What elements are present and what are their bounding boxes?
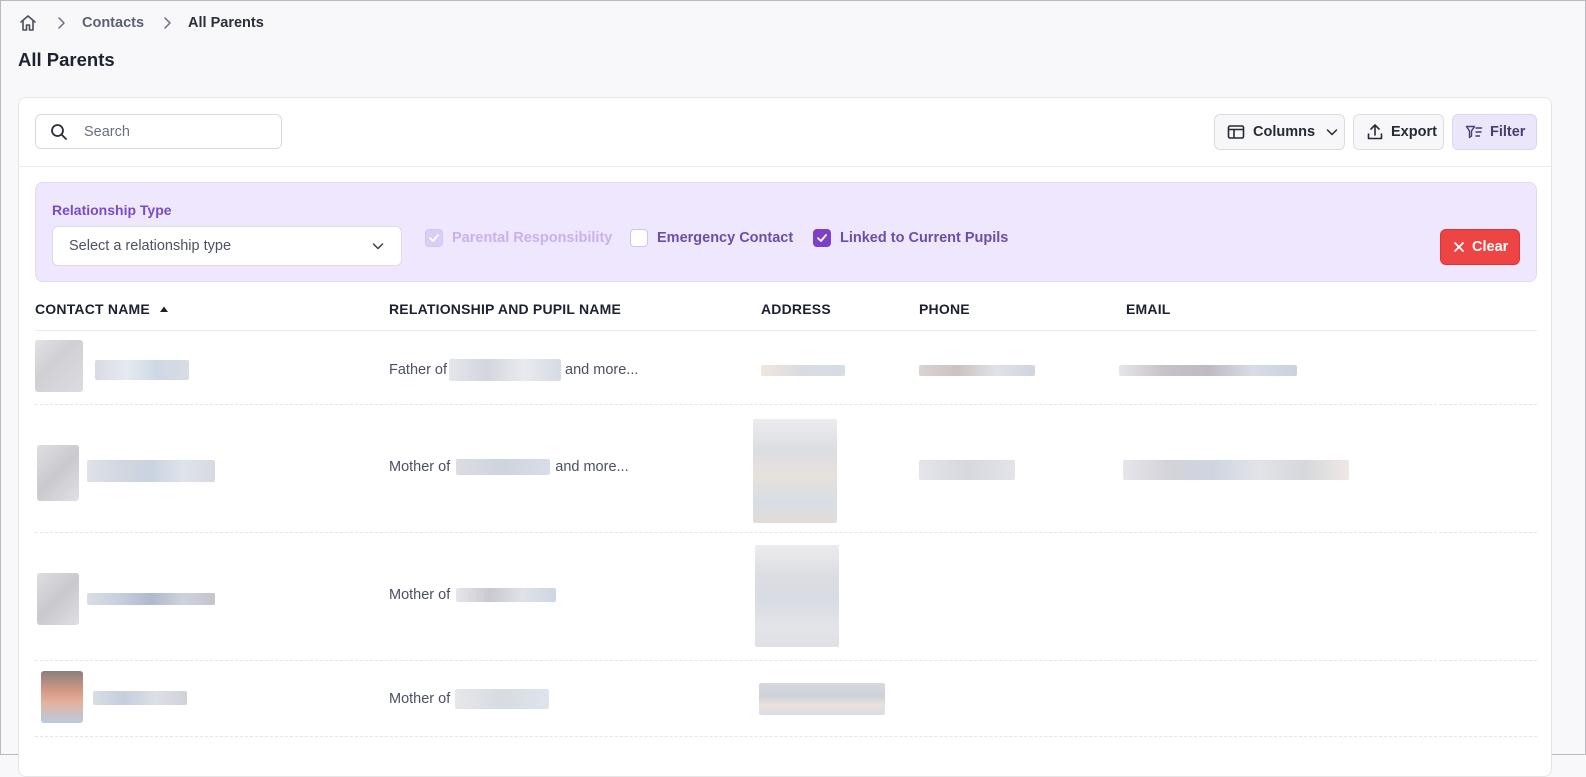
export-button[interactable]: Export <box>1353 114 1444 150</box>
checkbox-checked-icon <box>813 229 831 247</box>
filter-icon <box>1465 123 1483 141</box>
relationship-cell: Mother of <box>389 689 550 709</box>
phone-redacted <box>919 460 1015 485</box>
linked-to-current-pupils-label: Linked to Current Pupils <box>840 230 1009 246</box>
relationship-text: Mother of <box>389 459 451 475</box>
email-redacted[interactable] <box>1119 363 1297 381</box>
breadcrumb-current: All Parents <box>188 15 264 31</box>
breadcrumb-contacts-link[interactable]: Contacts <box>82 15 144 31</box>
relationship-text: Mother of <box>389 587 451 603</box>
column-header-label: RELATIONSHIP AND PUPIL NAME <box>389 301 622 317</box>
page-title: All Parents <box>18 49 115 70</box>
table-toolbar: Columns Export Filter <box>19 98 1551 167</box>
contact-name-redacted[interactable] <box>87 592 215 610</box>
column-header-contact-name[interactable]: CONTACT NAME <box>35 301 169 317</box>
checkbox-empty-icon <box>630 229 648 247</box>
emergency-contact-checkbox[interactable]: Emergency Contact <box>630 229 793 247</box>
export-button-label: Export <box>1391 124 1437 140</box>
address-redacted <box>759 683 885 720</box>
chevron-down-icon <box>371 239 385 253</box>
avatar <box>37 445 79 501</box>
avatar <box>41 671 83 723</box>
breadcrumb: Contacts All Parents <box>18 12 264 34</box>
parental-responsibility-checkbox[interactable]: Parental Responsibility <box>425 229 612 247</box>
columns-icon <box>1227 123 1245 141</box>
column-header-label: CONTACT NAME <box>35 301 150 317</box>
address-redacted <box>753 419 837 528</box>
contacts-card: Columns Export Filter Relationship Type … <box>18 97 1552 777</box>
address-redacted <box>761 363 845 381</box>
table-row[interactable]: Father of and more... <box>35 331 1537 405</box>
home-icon[interactable] <box>18 13 38 33</box>
parental-responsibility-label: Parental Responsibility <box>452 230 613 246</box>
sort-ascending-icon[interactable] <box>159 305 169 313</box>
table-row[interactable]: Mother of <box>35 533 1537 661</box>
column-header-label: PHONE <box>919 301 970 317</box>
table-row[interactable]: Mother of and more... <box>35 405 1537 533</box>
relationship-text: Mother of <box>389 691 451 707</box>
phone-redacted <box>919 363 1035 381</box>
close-icon <box>1453 241 1465 253</box>
clear-button-label: Clear <box>1472 239 1509 255</box>
email-redacted[interactable] <box>1123 460 1349 485</box>
avatar <box>37 573 79 625</box>
columns-button-label: Columns <box>1253 124 1316 140</box>
column-header-label: ADDRESS <box>761 301 831 317</box>
search-icon <box>50 123 68 141</box>
column-header-relationship[interactable]: RELATIONSHIP AND PUPIL NAME <box>389 301 621 317</box>
contact-name-redacted[interactable] <box>95 360 189 385</box>
filter-panel: Relationship Type Select a relationship … <box>35 182 1537 282</box>
column-header-label: EMAIL <box>1126 301 1171 317</box>
relationship-cell: Father of and more... <box>389 359 638 381</box>
pupil-name-redacted[interactable] <box>455 689 550 709</box>
relationship-text: Father of <box>389 362 448 378</box>
relationship-cell: Mother of <box>389 587 557 603</box>
column-header-phone[interactable]: PHONE <box>919 301 970 317</box>
and-more-link[interactable]: and more... <box>565 362 638 378</box>
filter-button[interactable]: Filter <box>1452 114 1537 150</box>
clear-filters-button[interactable]: Clear <box>1440 229 1520 265</box>
chevron-down-icon <box>1325 125 1339 139</box>
contact-name-redacted[interactable] <box>87 460 215 487</box>
search-input[interactable] <box>82 122 266 141</box>
relationship-type-select[interactable]: Select a relationship type <box>52 226 402 266</box>
address-redacted <box>755 545 839 652</box>
chevron-right-icon <box>160 16 174 30</box>
linked-to-current-pupils-checkbox[interactable]: Linked to Current Pupils <box>813 229 1008 247</box>
and-more-link[interactable]: and more... <box>555 459 628 475</box>
relationship-cell: Mother of and more... <box>389 459 629 475</box>
upload-icon <box>1366 123 1384 141</box>
emergency-contact-label: Emergency Contact <box>657 230 794 246</box>
relationship-type-select-value: Select a relationship type <box>69 238 232 254</box>
chevron-right-icon <box>54 16 68 30</box>
table-header: CONTACT NAME RELATIONSHIP AND PUPIL NAME… <box>35 294 1537 331</box>
relationship-type-label: Relationship Type <box>52 202 172 218</box>
filter-button-label: Filter <box>1490 124 1526 140</box>
columns-button[interactable]: Columns <box>1214 114 1345 150</box>
column-header-address[interactable]: ADDRESS <box>761 301 831 317</box>
pupil-name-redacted[interactable] <box>456 459 551 475</box>
table-row[interactable]: Mother of <box>35 661 1537 737</box>
search-box <box>35 114 282 149</box>
checkbox-checked-icon <box>425 229 443 247</box>
pupil-name-redacted[interactable] <box>456 588 557 602</box>
column-header-email[interactable]: EMAIL <box>1126 301 1171 317</box>
avatar <box>35 340 83 392</box>
contact-name-redacted[interactable] <box>93 691 187 710</box>
pupil-name-redacted[interactable] <box>449 359 562 381</box>
